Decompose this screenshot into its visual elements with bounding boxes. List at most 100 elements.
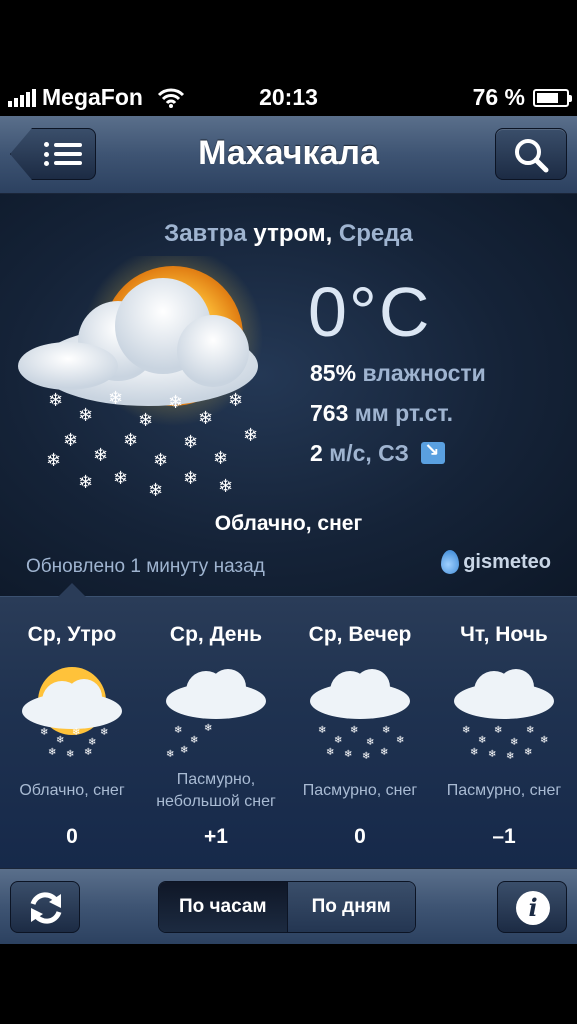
svg-text:❄: ❄ <box>40 727 48 738</box>
svg-text:❄: ❄ <box>113 468 128 489</box>
pressure: 763 мм рт.ст. <box>310 400 453 427</box>
when-period: утром, <box>253 220 333 247</box>
svg-text:❄: ❄ <box>174 725 182 736</box>
svg-text:❄: ❄ <box>183 432 198 453</box>
condition-text: Облачно, снег <box>214 512 363 535</box>
svg-text:❄: ❄ <box>334 735 342 746</box>
wind-value: 2 <box>310 440 323 466</box>
svg-text:❄: ❄ <box>380 747 388 758</box>
drop-icon <box>441 550 460 574</box>
svg-text:❄: ❄ <box>506 751 514 762</box>
svg-text:❄: ❄ <box>243 425 258 446</box>
humidity: 85% влажности <box>310 360 486 387</box>
svg-text:❄: ❄ <box>510 737 518 748</box>
when-day: Завтра <box>164 220 247 247</box>
battery-icon <box>533 88 572 107</box>
hourly-tab[interactable]: По часам <box>159 882 287 932</box>
view-mode-segmented-control: По часам По дням <box>158 881 416 933</box>
forecast-strip: Ср, Утро ❄ ❄ ❄ ❄ ❄ ❄ ❄ ❄ Облачно, снег 0 Ср, Де… <box>0 583 577 868</box>
svg-text:❄: ❄ <box>524 747 532 758</box>
forecast-period: Чт, Ночь <box>460 623 548 646</box>
svg-text:❄: ❄ <box>366 737 374 748</box>
svg-text:❄: ❄ <box>166 749 174 760</box>
forecast-desc: Пасмурно, небольшой снег <box>156 771 276 810</box>
svg-text:❄: ❄ <box>540 735 548 746</box>
svg-text:❄: ❄ <box>148 480 163 501</box>
forecast-item[interactable]: Чт, Ночь ❄ ❄ ❄ ❄ ❄ ❄ ❄ ❄ ❄ ❄ Пасмурно, снег –1 <box>432 597 576 849</box>
svg-text:❄: ❄ <box>108 388 123 409</box>
svg-text:❄: ❄ <box>190 735 198 746</box>
forecast-desc: Пасмурно, снег <box>302 782 418 799</box>
svg-text:❄: ❄ <box>350 725 358 736</box>
humidity-label: влажности <box>362 360 486 386</box>
svg-text:❄: ❄ <box>180 745 188 756</box>
forecast-time-heading: Завтра утром, Среда <box>0 220 577 248</box>
forecast-period: Ср, День <box>169 623 263 646</box>
svg-text:❄: ❄ <box>153 450 168 471</box>
svg-text:❄: ❄ <box>362 751 370 762</box>
svg-text:❄: ❄ <box>56 735 64 746</box>
cloud-snow-icon: ❄ ❄ ❄ ❄ ❄ ❄ ❄ ❄ ❄ ❄ <box>432 659 576 767</box>
forecast-item[interactable]: Ср, Утро ❄ ❄ ❄ ❄ ❄ ❄ ❄ ❄ Облачно, снег 0 <box>0 597 144 849</box>
pressure-value: 763 <box>310 400 349 426</box>
forecast-period: Ср, Утро <box>27 623 117 646</box>
info-button[interactable]: i <box>497 881 567 933</box>
current-weather-panel: Завтра утром, Среда ❄ ❄ ❄ ❄ ❄ ❄ ❄ ❄ ❄ ❄ … <box>0 194 577 596</box>
sun-cloud-snow-icon: ❄❄❄ ❄❄❄ ❄❄❄ ❄❄❄ ❄❄ ❄ ❄❄ ❄ ❄❄ <box>18 256 263 501</box>
svg-text:❄: ❄ <box>123 430 138 451</box>
svg-text:❄: ❄ <box>63 430 78 451</box>
status-bar: MegaFon 20:13 76 % <box>0 78 577 116</box>
svg-text:❄: ❄ <box>204 723 212 734</box>
svg-text:❄: ❄ <box>488 749 496 760</box>
svg-text:❄: ❄ <box>218 476 233 497</box>
search-button[interactable] <box>495 128 567 180</box>
status-right: 76 % <box>472 84 572 111</box>
svg-text:❄: ❄ <box>78 472 93 493</box>
brand-name: gismeteo <box>463 550 551 573</box>
svg-text:❄: ❄ <box>198 408 213 429</box>
refresh-button[interactable] <box>10 881 80 933</box>
svg-text:❄: ❄ <box>93 445 108 466</box>
svg-text:❄: ❄ <box>168 392 183 413</box>
svg-text:❄: ❄ <box>72 727 80 738</box>
nav-bar: Махачкала <box>0 116 577 194</box>
bottom-toolbar: По часам По дням i <box>0 868 577 944</box>
wind: 2 м/с, СЗ <box>310 440 446 467</box>
gismeteo-logo[interactable]: gismeteo <box>441 550 551 574</box>
forecast-item[interactable]: Ср, Вечер ❄ ❄ ❄ ❄ ❄ ❄ ❄ ❄ ❄ ❄ Пасмурно, снег 0 <box>288 597 432 849</box>
svg-text:❄: ❄ <box>48 390 63 411</box>
cloud-snow-icon: ❄ ❄ ❄ ❄ ❄ ❄ ❄ ❄ ❄ ❄ <box>288 659 432 767</box>
sun-cloud-snow-icon: ❄ ❄ ❄ ❄ ❄ ❄ ❄ ❄ <box>0 659 144 767</box>
svg-text:❄: ❄ <box>326 747 334 758</box>
svg-text:❄: ❄ <box>78 405 93 426</box>
cloud-light-snow-icon: ❄ ❄ ❄ ❄ ❄ <box>144 659 288 767</box>
svg-text:❄: ❄ <box>526 725 534 736</box>
svg-text:❄: ❄ <box>100 727 108 738</box>
wind-label: м/с, СЗ <box>329 440 409 466</box>
svg-text:❄: ❄ <box>318 725 326 736</box>
forecast-temp: +1 <box>204 825 228 848</box>
svg-text:❄: ❄ <box>213 448 228 469</box>
svg-text:❄: ❄ <box>46 450 61 471</box>
svg-text:❄: ❄ <box>462 725 470 736</box>
humidity-value: 85% <box>310 360 357 386</box>
refresh-icon <box>30 892 62 924</box>
battery-percent: 76 % <box>472 84 525 110</box>
svg-text:❄: ❄ <box>494 725 502 736</box>
svg-text:❄: ❄ <box>344 749 352 760</box>
forecast-period: Ср, Вечер <box>308 623 412 646</box>
search-icon <box>515 139 549 173</box>
wind-direction-icon <box>421 440 446 464</box>
svg-text:❄: ❄ <box>382 725 390 736</box>
svg-text:❄: ❄ <box>228 390 243 411</box>
svg-text:❄: ❄ <box>470 747 478 758</box>
city-title: Махачкала <box>198 134 379 172</box>
forecast-temp: 0 <box>66 825 78 848</box>
svg-text:❄: ❄ <box>396 735 404 746</box>
daily-tab[interactable]: По дням <box>286 882 415 932</box>
updated-text: Обновлено 1 минуту назад <box>26 556 265 577</box>
pressure-label: мм рт.ст. <box>354 400 453 426</box>
forecast-item[interactable]: Ср, День ❄ ❄ ❄ ❄ ❄ Пасмурно, небольшой снег … <box>144 597 288 849</box>
svg-text:❄: ❄ <box>138 410 153 431</box>
forecast-desc: Облачно, снег <box>19 782 125 799</box>
